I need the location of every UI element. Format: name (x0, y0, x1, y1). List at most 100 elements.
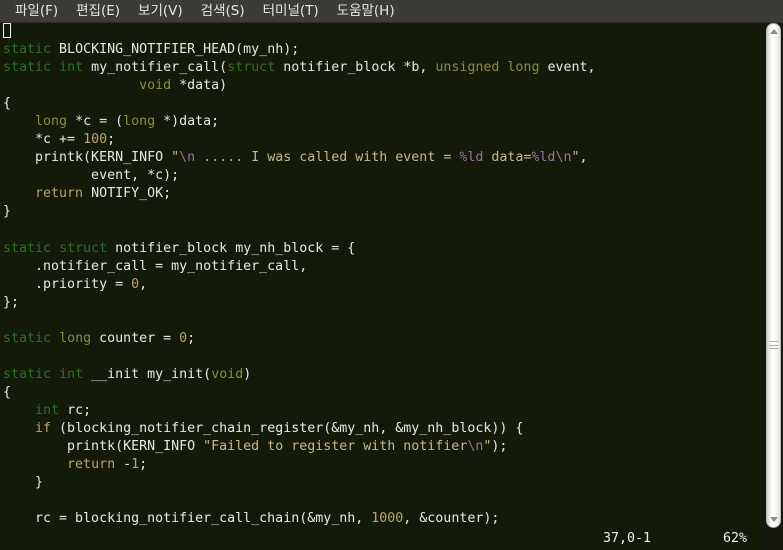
code-token: static (3, 60, 52, 76)
triangle-down-icon (769, 517, 778, 522)
code-token: *)data; (155, 114, 220, 130)
code-token: , (579, 150, 588, 166)
code-token: - (115, 457, 132, 473)
code-line: if (blocking_notifier_chain_register(&my… (3, 420, 764, 438)
menu-search[interactable]: 검색(S) (192, 1, 254, 22)
scroll-down-button[interactable] (766, 511, 781, 528)
code-token: \n (467, 439, 484, 455)
code-line: .priority = 0, (3, 276, 764, 294)
code-token: ) (243, 366, 252, 382)
code-token: 0 (131, 276, 140, 292)
code-line: long *c = (long *)data; (3, 113, 764, 131)
code-line: { (3, 384, 764, 402)
code-token: notifier_block my_nh_block = { (107, 240, 356, 256)
code-token: , (139, 276, 148, 292)
vertical-scrollbar[interactable] (764, 23, 783, 528)
code-token: unsigned (435, 60, 500, 76)
code-line: return NOTIFY_OK; (3, 185, 764, 203)
code-token: long (507, 60, 540, 76)
code-token: rc; (59, 402, 92, 418)
code-token: (blocking_notifier_chain_register(&my_nh… (51, 421, 524, 437)
code-token: , &counter); (403, 511, 500, 527)
code-line: void *data) (3, 77, 764, 95)
code-token: void (211, 366, 244, 382)
code-token: int (59, 60, 84, 76)
code-token: NOTIFY_OK; (83, 186, 172, 202)
code-token: 1000 (371, 511, 404, 527)
code-token: .notifier_call = my_notifier_call, (3, 258, 308, 274)
code-line: rc = blocking_notifier_call_chain(&my_nh… (3, 510, 764, 528)
triangle-up-icon (769, 29, 778, 34)
code-editor[interactable]: static BLOCKING_NOTIFIER_HEAD(my_nh); sta… (0, 23, 764, 528)
code-token: } (3, 475, 44, 491)
menu-bar: 파일(F) 편집(E) 보기(V) 검색(S) 터미널(T) 도움말(H) (0, 0, 783, 23)
code-token: \n (555, 150, 572, 166)
code-token: ; (139, 457, 148, 473)
code-token: return (67, 457, 116, 473)
code-token: event, *c); (3, 168, 180, 184)
code-token: data= (483, 150, 532, 166)
code-token: \n (179, 150, 196, 166)
code-token: 0 (179, 330, 188, 346)
code-line: return -1; (3, 456, 764, 474)
code-line: static long counter = 0; (3, 330, 764, 348)
code-token: 1 (131, 457, 140, 473)
menu-terminal[interactable]: 터미널(T) (254, 1, 328, 22)
menu-edit[interactable]: 편집(E) (67, 1, 129, 22)
code-token: rc = blocking_notifier_call_chain(&my_nh… (3, 511, 372, 527)
menu-view[interactable]: 보기(V) (129, 1, 192, 22)
code-token: ; (107, 132, 116, 148)
code-token: long (123, 114, 156, 130)
code-token: .priority = (3, 276, 132, 292)
code-line: { (3, 95, 764, 113)
code-line: static struct notifier_block my_nh_block… (3, 240, 764, 258)
code-line: printk(KERN_INFO "Failed to register wit… (3, 438, 764, 456)
code-line: static BLOCKING_NOTIFIER_HEAD(my_nh); (3, 41, 764, 59)
code-token: struct (59, 240, 108, 256)
code-line: event, *c); (3, 167, 764, 185)
code-token: { (3, 96, 12, 112)
code-token: { (3, 384, 12, 400)
menu-help[interactable]: 도움말(H) (328, 1, 404, 22)
code-token: static (3, 366, 52, 382)
code-token: BLOCKING_NOTIFIER_HEAD(my_nh); (51, 42, 300, 58)
code-line: *c += 100; (3, 131, 764, 149)
code-token: long (59, 330, 92, 346)
menu-file[interactable]: 파일(F) (6, 1, 67, 22)
code-token: notifier_block *b, (275, 60, 436, 76)
code-token: *data) (171, 78, 228, 94)
code-token: }; (3, 294, 20, 310)
cursor-position: 37,0-1 (603, 531, 652, 546)
code-token: void (139, 78, 172, 94)
code-token: printk(KERN_INFO (3, 150, 172, 166)
code-token: ); (491, 439, 508, 455)
code-token: printk(KERN_INFO (3, 439, 204, 455)
text-cursor (3, 23, 11, 38)
scrollbar-track[interactable] (766, 23, 781, 528)
code-token: if (35, 421, 52, 437)
code-token: struct (227, 60, 276, 76)
code-token: long (35, 114, 68, 130)
code-token: int (59, 366, 84, 382)
code-token: " (171, 150, 180, 166)
code-token: counter = (91, 330, 180, 346)
code-token: %ld (531, 150, 556, 166)
scrollbar-grip[interactable] (769, 341, 778, 349)
code-token: event, (539, 60, 596, 76)
code-token: 100 (83, 132, 108, 148)
scroll-up-button[interactable] (766, 23, 781, 40)
statusbar-corner (764, 528, 783, 550)
code-token: *c += (3, 132, 84, 148)
code-line: } (3, 474, 764, 492)
